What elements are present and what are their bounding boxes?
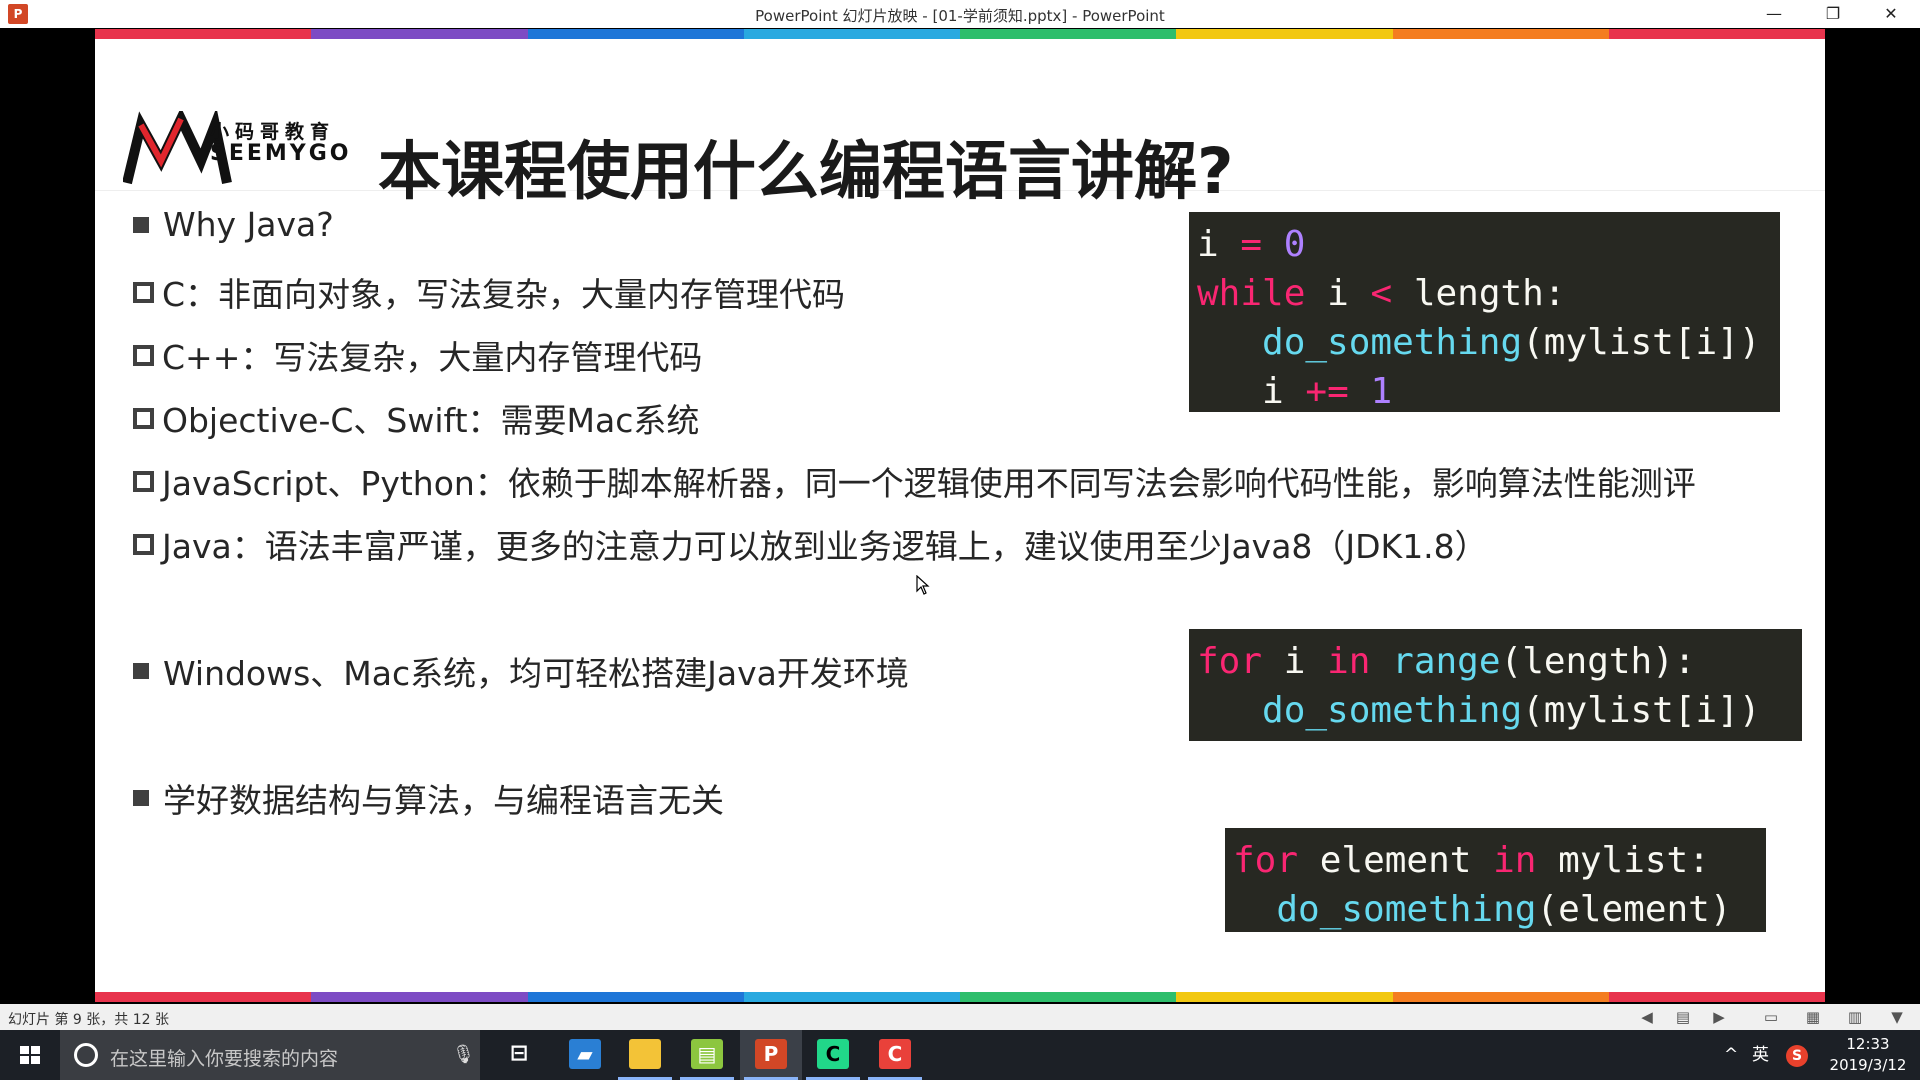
rainbow-segment [1392,992,1609,1002]
clion-icon: C [817,1039,849,1069]
sub-bullet-objc-swift: Objective-C、Swift：需要Mac系统 [133,394,699,442]
search-placeholder: 在这里输入你要搜索的内容 [110,1048,339,1070]
rainbow-segment [527,29,744,39]
filled-square-bullet-icon [133,790,149,806]
clock-time: 12:33 [1846,1035,1890,1053]
window-title: PowerPoint 幻灯片放映 - [01-学前须知.pptx] - Powe… [755,7,1165,25]
sub-bullet-js-python: JavaScript、Python：依赖于脚本解析器，同一个逻辑使用不同写法会影… [133,457,1696,505]
rainbow-segment [743,29,960,39]
slide-menu-icon[interactable]: ▤ [1674,1008,1692,1026]
tray-chevron-up-icon[interactable]: ^ [1724,1030,1738,1080]
hollow-square-bullet-icon [133,470,154,492]
mouse-pointer-icon [916,575,930,595]
rainbow-segment [1176,29,1393,39]
folder-icon [629,1039,661,1069]
rainbow-segment [1176,992,1393,1002]
c-editor-icon: C [879,1039,911,1069]
bullet-algorithms: 学好数据结构与算法，与编程语言无关 [133,774,724,822]
next-slide-icon[interactable]: ▶ [1710,1008,1728,1026]
code-block-while-loop: i = 0 while i < length: do_something(myl… [1189,212,1780,412]
windows-taskbar: 在这里输入你要搜索的内容 🎙 ⊟ ▰ ▤ P C C ^ 英 S 12:33 2… [0,1030,1920,1080]
rainbow-segment [960,992,1177,1002]
window-title-bar: P PowerPoint 幻灯片放映 - [01-学前须知.pptx] - Po… [0,0,1920,28]
cortana-icon[interactable] [74,1043,98,1067]
restore-button[interactable]: ❐ [1804,0,1862,28]
taskbar-app-clion[interactable]: C [802,1030,864,1080]
code-block-for-range: for i in range(length): do_something(myl… [1189,629,1802,741]
sogou-input-icon[interactable]: S [1786,1045,1808,1067]
minimize-button[interactable]: — [1745,0,1803,28]
slide-sorter-icon[interactable]: ▦ [1804,1008,1822,1026]
filled-square-bullet-icon [133,216,149,233]
taskbar-app-explorer[interactable] [614,1030,676,1080]
powerpoint-icon: P [755,1039,787,1069]
taskbar-app-remote[interactable]: ▰ [554,1030,616,1080]
rainbow-segment [527,992,744,1002]
sub-bullet-c: C：非面向对象，写法复杂，大量内存管理代码 [133,268,845,316]
filled-square-bullet-icon [133,663,149,679]
status-bar: 幻灯片 第 9 张，共 12 张 ◀ ▤ ▶ ▭ ▦ ▥ ▼ [0,1004,1920,1030]
taskbar-app-c-editor[interactable]: C [864,1030,926,1080]
logo-text-en: SEEMYGO [210,141,352,166]
taskbar-app-powerpoint[interactable]: P [740,1030,802,1080]
rainbow-segment [95,29,312,39]
slide-counter: 幻灯片 第 9 张，共 12 张 [8,1012,169,1028]
hollow-square-bullet-icon [133,533,154,555]
hollow-square-bullet-icon [133,281,154,303]
sub-bullet-java: Java：语法丰富严谨，更多的注意力可以放到业务逻辑上，建议使用至少Java8（… [133,520,1488,568]
logo-text-cn: 小码哥教育 [210,121,336,143]
notes-app-icon: ▤ [691,1039,723,1069]
rainbow-bar-bottom [95,992,1825,1002]
slide-title: 本课程使用什么编程语言讲解? [378,135,1234,208]
rainbow-segment [1608,29,1825,39]
sub-bullet-cpp: C++：写法复杂，大量内存管理代码 [133,331,702,379]
rainbow-segment [960,29,1177,39]
code-block-for-element: for element in mylist: do_something(elem… [1225,828,1766,932]
microphone-icon[interactable]: 🎙 [452,1044,475,1065]
rainbow-segment [743,992,960,1002]
clock-date: 2019/3/12 [1829,1056,1907,1074]
bullet-why-java: Why Java? [133,205,334,244]
bullet-dev-environment: Windows、Mac系统，均可轻松搭建Java开发环境 [133,647,909,695]
normal-view-icon[interactable]: ▭ [1762,1008,1780,1026]
task-view-icon: ⊟ [509,1041,529,1066]
rainbow-segment [1392,29,1609,39]
hollow-square-bullet-icon [133,407,154,429]
taskbar-app-notes[interactable]: ▤ [676,1030,738,1080]
rainbow-segment [311,29,528,39]
hollow-square-bullet-icon [133,344,154,366]
slide-canvas[interactable]: 小码哥教育 SEEMYGO 本课程使用什么编程语言讲解? Why Java? C… [95,29,1825,1002]
task-view-button[interactable]: ⊟ [488,1030,550,1080]
reading-view-icon[interactable]: ▥ [1846,1008,1864,1026]
rainbow-segment [311,992,528,1002]
taskbar-search-box[interactable]: 在这里输入你要搜索的内容 🎙 [60,1030,480,1080]
input-language-indicator[interactable]: 英 [1752,1030,1769,1080]
rainbow-segment [95,992,312,1002]
previous-slide-icon[interactable]: ◀ [1638,1008,1656,1026]
rainbow-bar-top [95,29,1825,39]
remote-desktop-icon: ▰ [569,1039,601,1069]
rainbow-segment [1608,992,1825,1002]
taskbar-clock[interactable]: 12:33 2019/3/12 [1820,1034,1916,1076]
windows-start-icon[interactable] [0,1030,60,1080]
slideshow-view-icon[interactable]: ▼ [1888,1008,1906,1026]
close-button[interactable]: ✕ [1862,0,1920,28]
